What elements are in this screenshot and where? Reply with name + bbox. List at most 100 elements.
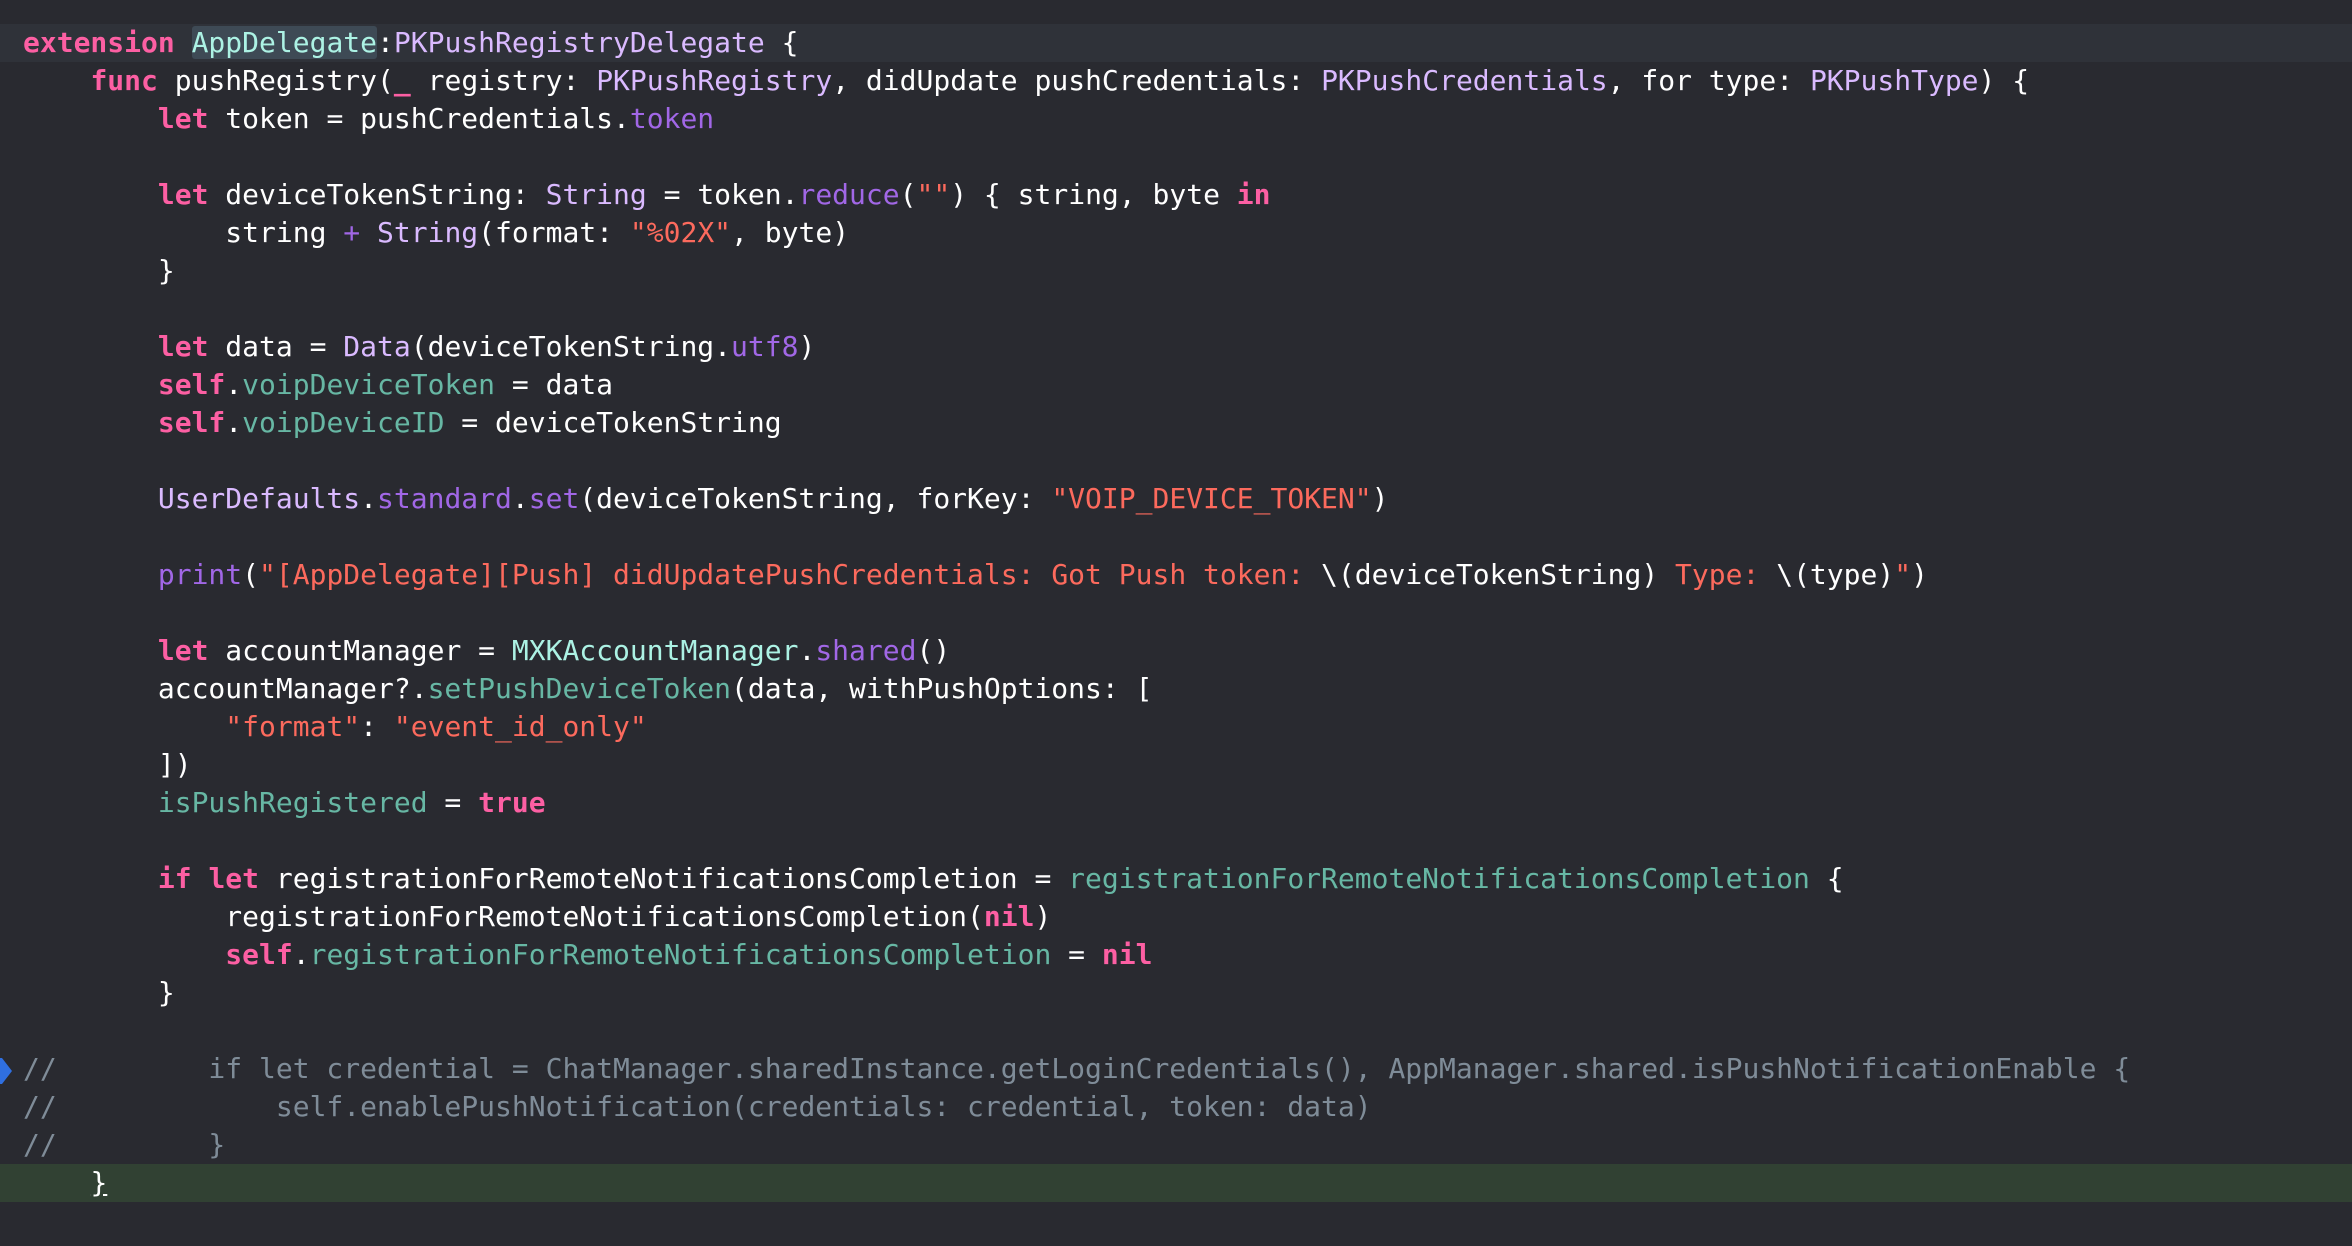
code-line[interactable] — [0, 138, 2352, 176]
code-token: self — [157, 406, 226, 439]
code-token: token — [629, 102, 715, 135]
code-token: shared — [815, 634, 917, 667]
code-line[interactable]: isPushRegistered = true — [0, 784, 2352, 822]
code-token: . — [360, 482, 378, 515]
code-token: . — [225, 368, 243, 401]
code-token: = — [1051, 938, 1102, 971]
code-token: PKPushType — [1809, 64, 1979, 97]
code-line[interactable] — [0, 1012, 2352, 1050]
code-token: Data — [343, 330, 411, 363]
code-line[interactable] — [0, 442, 2352, 480]
code-token: Type: — [1658, 558, 1777, 591]
code-token: ) — [1034, 900, 1052, 933]
code-token: (deviceTokenString, forKey: — [579, 482, 1052, 515]
code-token: ) — [1911, 558, 1928, 591]
code-line[interactable]: self.voipDeviceID = deviceTokenString — [0, 404, 2352, 442]
code-line[interactable]: ]) — [0, 746, 2352, 784]
code-token: true — [478, 786, 546, 819]
code-token: ) — [1371, 482, 1389, 515]
code-token: let — [157, 178, 209, 211]
code-token: accountManager = — [208, 634, 512, 667]
code-line[interactable] — [0, 594, 2352, 632]
code-line[interactable]: registrationForRemoteNotificationsComple… — [0, 898, 2352, 936]
code-token: let — [157, 634, 209, 667]
code-line[interactable]: self.voipDeviceToken = data — [0, 366, 2352, 404]
code-token: "event_id_only" — [393, 710, 647, 743]
code-token: MXKAccountManager — [511, 634, 799, 667]
code-token: _ — [393, 64, 411, 97]
code-token: let — [157, 330, 209, 363]
code-token: nil — [983, 900, 1035, 933]
code-token: standard — [377, 482, 512, 515]
code-token: = token. — [646, 178, 799, 211]
code-line[interactable]: string + String(format: "%02X", byte) — [0, 214, 2352, 252]
code-token: registrationForRemoteNotificationsComple… — [259, 862, 1069, 895]
code-token: + — [343, 216, 361, 249]
code-line[interactable]: // self.enablePushNotification(credentia… — [0, 1088, 2352, 1126]
code-line[interactable]: let token = pushCredentials.token — [0, 100, 2352, 138]
code-line[interactable]: extension AppDelegate:PKPushRegistryDele… — [0, 24, 2352, 62]
code-token: self — [157, 368, 226, 401]
code-line[interactable]: UserDefaults.standard.set(deviceTokenStr… — [0, 480, 2352, 518]
code-token: (deviceTokenString. — [410, 330, 732, 363]
code-token: . — [292, 938, 310, 971]
code-token: ) { — [1978, 64, 2030, 97]
code-line[interactable]: let data = Data(deviceTokenString.utf8) — [0, 328, 2352, 366]
code-token: ) — [798, 330, 816, 363]
code-line[interactable]: } — [0, 974, 2352, 1012]
code-token: extension — [23, 26, 175, 59]
code-token: PKPushCredentials — [1321, 64, 1608, 97]
code-comment: // if let credential = ChatManager.share… — [23, 1052, 2131, 1085]
code-line[interactable]: "format": "event_id_only" — [0, 708, 2352, 746]
code-comment: // } — [23, 1128, 226, 1161]
code-token: token = pushCredentials. — [208, 102, 630, 135]
code-token: nil — [1101, 938, 1153, 971]
code-token: } — [90, 1166, 108, 1199]
code-line[interactable]: let deviceTokenString: String = token.re… — [0, 176, 2352, 214]
code-token: self — [225, 938, 293, 971]
code-line[interactable]: self.registrationForRemoteNotificationsC… — [0, 936, 2352, 974]
code-token: . — [798, 634, 816, 667]
code-line[interactable] — [0, 822, 2352, 860]
code-editor[interactable]: extension AppDelegate:PKPushRegistryDele… — [0, 0, 2352, 1246]
code-line[interactable]: let accountManager = MXKAccountManager.s… — [0, 632, 2352, 670]
code-token: print — [157, 558, 243, 591]
code-token: PKPushRegistryDelegate — [393, 26, 765, 59]
code-token: setPushDeviceToken — [427, 672, 732, 705]
code-token: \(type) — [1776, 558, 1895, 591]
code-line[interactable]: print("[AppDelegate][Push] didUpdatePush… — [0, 556, 2352, 594]
code-line[interactable]: } — [0, 252, 2352, 290]
code-token: isPushRegistered — [157, 786, 428, 819]
code-line[interactable]: } — [0, 1164, 2352, 1202]
code-line[interactable] — [0, 518, 2352, 556]
code-token: "format" — [225, 710, 361, 743]
code-token: UserDefaults — [157, 482, 361, 515]
code-line[interactable]: // if let credential = ChatManager.share… — [0, 1050, 2352, 1088]
breakpoint-icon[interactable] — [0, 1058, 12, 1084]
code-line[interactable]: // } — [0, 1126, 2352, 1164]
code-line[interactable]: accountManager?.setPushDeviceToken(data,… — [0, 670, 2352, 708]
code-line[interactable]: func pushRegistry(_ registry: PKPushRegi… — [0, 62, 2352, 100]
code-token: \(deviceTokenString) — [1321, 558, 1659, 591]
code-token: : — [360, 710, 394, 743]
code-token: { — [764, 26, 799, 59]
code-line[interactable]: if let registrationForRemoteNotification… — [0, 860, 2352, 898]
code-token: accountManager?. — [23, 672, 428, 705]
code-token: ( — [899, 178, 917, 211]
code-token: let — [157, 102, 209, 135]
code-token: utf8 — [731, 330, 799, 363]
code-token: . — [225, 406, 243, 439]
code-line[interactable] — [0, 290, 2352, 328]
code-token: String — [545, 178, 647, 211]
code-token: in — [1236, 178, 1271, 211]
code-token: = deviceTokenString — [444, 406, 782, 439]
